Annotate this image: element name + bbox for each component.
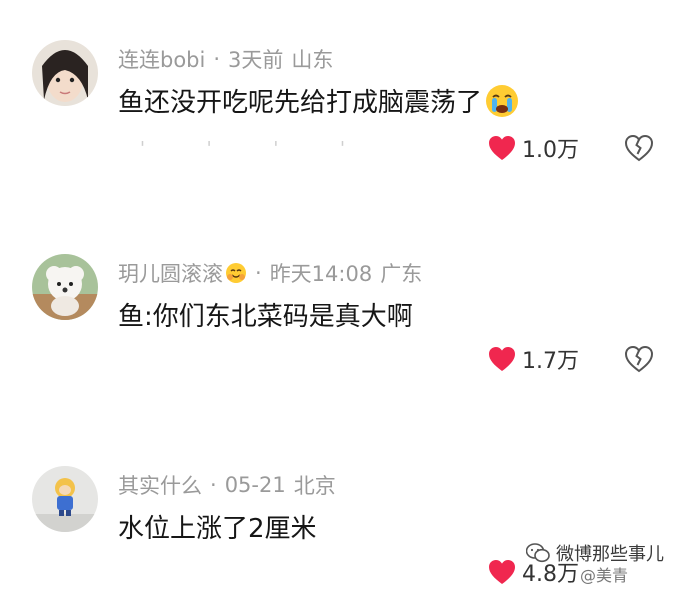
like-button[interactable]: 1.0万 xyxy=(488,132,579,164)
heart-icon xyxy=(489,347,515,371)
like-count: 1.7万 xyxy=(522,349,579,374)
heart-icon xyxy=(489,560,515,584)
comment-meta: 玥儿圆滚滚 · 昨天14:08 广东 xyxy=(118,258,422,288)
like-button[interactable]: 1.7万 xyxy=(488,343,579,375)
user-avatar[interactable] xyxy=(32,466,98,532)
username[interactable]: 其实什么 xyxy=(118,470,202,500)
broken-heart-icon xyxy=(624,134,654,162)
user-avatar[interactable] xyxy=(32,40,98,106)
watermark-handle: @美青 xyxy=(580,566,629,585)
separator-dot: · xyxy=(213,47,221,71)
user-avatar[interactable] xyxy=(32,254,98,320)
comment-text-row: 水位上涨了2厘米 xyxy=(118,508,317,545)
comment-text-row: 鱼还没开吃呢先给打成脑震荡了 xyxy=(118,82,520,119)
comment-location: 广东 xyxy=(380,262,423,286)
dislike-button[interactable] xyxy=(624,345,654,373)
broken-heart-icon xyxy=(624,345,654,373)
comment-actions: 1.0万 xyxy=(0,132,690,168)
comment-time: 昨天14:08 xyxy=(269,262,373,286)
hugging-face-icon xyxy=(225,262,247,284)
comment-meta: 其实什么 · 05-21 北京 xyxy=(118,470,336,500)
comment-text: 水位上涨了2厘米 xyxy=(118,514,317,544)
separator-dot: · xyxy=(210,473,217,497)
like-count: 1.0万 xyxy=(522,138,579,163)
wechat-icon xyxy=(526,543,550,563)
username[interactable]: 连连bobi xyxy=(118,44,205,74)
comment-actions: 1.7万 xyxy=(0,343,690,379)
comment-location: 山东 xyxy=(291,48,334,72)
comment-time: 3天前 xyxy=(228,48,284,72)
username[interactable]: 玥儿圆滚滚 xyxy=(118,258,223,288)
crying-face-icon xyxy=(484,83,520,119)
comment-text: 鱼:你们东北菜码是真大啊 xyxy=(118,302,413,332)
separator-dot: · xyxy=(255,261,262,285)
comment-text-row: 鱼:你们东北菜码是真大啊 xyxy=(118,296,413,333)
comment-text: 鱼还没开吃呢先给打成脑震荡了 xyxy=(118,88,483,118)
dislike-button[interactable] xyxy=(624,134,654,162)
comment-location: 北京 xyxy=(293,474,336,498)
comment-meta: 连连bobi · 3天前 山东 xyxy=(118,44,333,74)
comment-time: 05-21 xyxy=(224,473,286,497)
heart-icon xyxy=(489,136,515,160)
